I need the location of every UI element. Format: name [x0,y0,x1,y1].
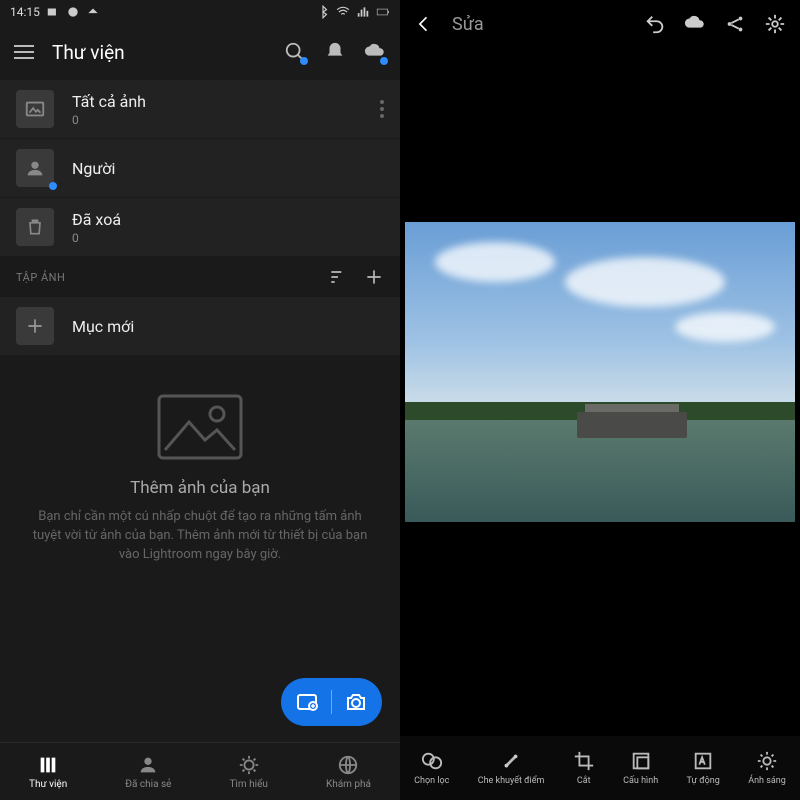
cloud-sync-button[interactable] [364,41,386,63]
nav-label: Tìm hiểu [229,779,267,790]
tool-label: Ánh sáng [748,776,786,786]
library-row-all-photos[interactable]: Tất cả ảnh 0 [0,80,400,138]
tool-auto[interactable]: Tự động [687,750,720,786]
search-badge-icon [300,57,308,65]
tool-presets[interactable]: Chọn lọc [414,750,449,786]
new-album-row[interactable]: Mục mới [0,297,400,355]
add-album-button[interactable] [364,267,384,287]
editor-screen: Sửa Chọn lọc Che khuyết điểm Cắt [400,0,800,800]
row-text: Tất cả ảnh 0 [72,92,362,127]
status-right-icons [316,5,390,19]
sort-button[interactable] [328,267,348,287]
undo-button[interactable] [644,13,666,35]
tool-healing[interactable]: Che khuyết điểm [478,750,545,786]
section-label: TẬP ẢNH [16,271,65,284]
bottom-nav: Thư viện Đã chia sẻ Tìm hiểu Khám phá [0,742,400,800]
tool-label: Cấu hình [623,776,658,786]
wifi-icon [336,5,350,19]
share-button[interactable] [724,13,746,35]
fab-divider [331,690,332,714]
row-title: Tất cả ảnh [72,92,362,111]
cloud-badge-icon [380,57,388,65]
status-icon [46,5,60,19]
nav-shared[interactable]: Đã chia sẻ [125,754,171,790]
empty-title: Thêm ảnh của bạn [130,478,270,498]
status-time: 14:15 [10,5,40,19]
tool-light[interactable]: Ánh sáng [748,750,786,786]
row-title: Người [72,159,384,178]
tool-label: Cắt [577,776,591,786]
row-count: 0 [72,231,384,245]
app-header: Thư viện [0,24,400,80]
nav-label: Thư viện [29,779,67,790]
editor-top-bar: Sửa [400,0,800,48]
page-title: Thư viện [52,41,266,64]
library-row-deleted[interactable]: Đã xoá 0 [0,198,400,256]
editor-title: Sửa [452,14,626,35]
status-icon [66,5,80,19]
row-text: Đã xoá 0 [72,210,384,245]
tool-crop[interactable]: Cắt [573,750,595,786]
photo-viewport[interactable] [400,48,800,736]
row-text: Mục mới [72,317,384,336]
status-icon [86,5,100,19]
battery-icon [376,5,390,19]
albums-section-header: TẬP ẢNH [0,257,400,297]
menu-button[interactable] [14,45,34,59]
editor-toolbar: Chọn lọc Che khuyết điểm Cắt Cấu hình Tự… [400,736,800,800]
row-count: 0 [72,113,362,127]
nav-library[interactable]: Thư viện [29,754,67,790]
library-row-people[interactable]: Người [0,139,400,197]
row-title: Mục mới [72,317,384,336]
row-title: Đã xoá [72,210,384,229]
plus-icon [16,307,54,345]
trash-icon [16,208,54,246]
camera-icon[interactable] [344,690,368,714]
photo-icon [16,90,54,128]
people-icon [16,149,54,187]
status-bar: 14:15 [0,0,400,24]
nav-learn[interactable]: Tìm hiểu [229,754,267,790]
bluetooth-icon [316,5,330,19]
add-photos-fab[interactable] [281,678,382,726]
empty-image-icon [155,392,245,462]
tool-profiles[interactable]: Cấu hình [623,750,658,786]
nav-discover[interactable]: Khám phá [326,754,371,790]
tool-label: Che khuyết điểm [478,776,545,786]
settings-button[interactable] [764,13,786,35]
notifications-button[interactable] [324,41,346,63]
row-text: Người [72,159,384,178]
tool-label: Tự động [687,776,720,786]
nav-label: Đã chia sẻ [125,779,171,790]
nav-label: Khám phá [326,779,371,790]
more-button[interactable] [380,100,384,118]
library-screen: 14:15 Thư viện Tất c [0,0,400,800]
status-time-group: 14:15 [10,5,100,19]
back-button[interactable] [414,14,434,34]
empty-body: Bạn chỉ cần một cú nhấp chuột để tạo ra … [24,508,376,565]
search-button[interactable] [284,41,306,63]
badge-icon [49,182,57,190]
add-image-icon [295,690,319,714]
signal-icon [356,5,370,19]
tool-label: Chọn lọc [414,776,449,786]
cloud-icon[interactable] [684,13,706,35]
photo-preview [405,222,795,522]
